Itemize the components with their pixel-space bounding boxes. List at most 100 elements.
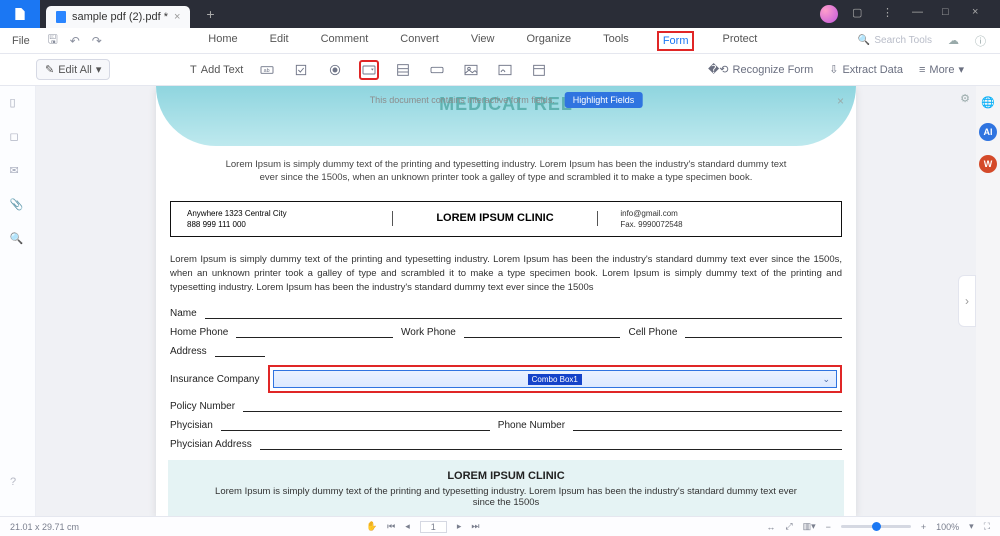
radio-field-icon[interactable] [325, 60, 345, 80]
footer-title: LOREM IPSUM CLINIC [208, 470, 804, 482]
hand-tool-icon[interactable]: ✋ [366, 521, 377, 532]
dropdown-icon: ▾ [96, 63, 102, 76]
avatar[interactable] [820, 5, 838, 23]
menu-organize[interactable]: Organize [522, 31, 575, 51]
checkbox-field-icon[interactable] [291, 60, 311, 80]
fullscreen-icon[interactable]: ⛶ [984, 521, 990, 532]
app-logo[interactable] [0, 0, 40, 28]
label-physician-address: Phycisian Address [170, 439, 252, 450]
close-banner-icon[interactable]: × [837, 94, 844, 108]
document-tab[interactable]: sample pdf (2).pdf * × [46, 6, 190, 28]
next-page-button[interactable]: › [958, 275, 976, 327]
save-icon[interactable]: 🖫 [42, 30, 64, 51]
sliders-icon[interactable]: ⚙ [960, 92, 970, 105]
zoom-out-icon[interactable]: − [826, 522, 831, 532]
highlight-fields-button[interactable]: Highlight Fields [565, 92, 643, 108]
window-menu-icon[interactable]: ⋮ [882, 6, 898, 22]
more-icon: ≡ [919, 64, 925, 76]
zoom-in-icon[interactable]: + [921, 522, 926, 532]
label-physician: Phycisian [170, 420, 213, 431]
phone-field[interactable] [573, 421, 842, 431]
menu-view[interactable]: View [467, 31, 499, 51]
menu-protect[interactable]: Protect [718, 31, 761, 51]
first-page-icon[interactable]: ⏮ [387, 521, 395, 532]
fit-page-icon[interactable]: ⤢ [785, 521, 792, 532]
name-field[interactable] [205, 309, 842, 319]
extract-data-button[interactable]: ⇩Extract Data [829, 63, 903, 76]
search-panel-icon[interactable]: 🔍 [10, 232, 26, 248]
menu-tools[interactable]: Tools [599, 31, 633, 51]
physician-address-field[interactable] [260, 440, 842, 450]
signature-field-icon[interactable] [495, 60, 515, 80]
label-name: Name [170, 308, 197, 319]
attachments-icon[interactable]: 📎 [10, 198, 26, 214]
close-window-icon[interactable]: × [972, 6, 988, 22]
combobox-field-icon[interactable] [359, 60, 379, 80]
button-field-icon[interactable] [427, 60, 447, 80]
menu-form[interactable]: Form [657, 31, 695, 51]
footer-text: Lorem Ipsum is simply dummy text of the … [208, 486, 804, 508]
page-number[interactable]: 1 [420, 521, 447, 533]
clinic-info-box: Anywhere 1323 Central City 888 999 111 0… [170, 201, 842, 237]
comments-icon[interactable]: ✉ [10, 164, 26, 180]
label-home-phone: Home Phone [170, 327, 228, 338]
zoom-value[interactable]: 100% [936, 522, 959, 532]
image-field-icon[interactable] [461, 60, 481, 80]
label-insurance: Insurance Company [170, 374, 260, 385]
zoom-dropdown-icon[interactable]: ▾ [969, 521, 974, 532]
combobox-label: Combo Box1 [528, 374, 582, 385]
clinic-address: Anywhere 1323 Central City [187, 208, 392, 219]
menu-home[interactable]: Home [204, 31, 241, 51]
insurance-combobox[interactable]: Combo Box1 ⌄ [273, 370, 838, 388]
chevron-down-icon: ⌄ [822, 374, 830, 385]
word-badge[interactable]: W [979, 155, 997, 173]
clinic-phone: 888 999 111 000 [187, 219, 392, 230]
edit-all-button[interactable]: ✎ Edit All ▾ [36, 59, 110, 80]
undo-icon[interactable]: ↶ [64, 34, 86, 48]
page-dimensions: 21.01 x 29.71 cm [10, 522, 79, 532]
document-page: MEDICAL REL This document contains inter… [156, 86, 856, 516]
help-bubble-icon[interactable]: ? [10, 476, 16, 488]
bookmarks-icon[interactable]: ◻ [10, 130, 26, 146]
search-tools[interactable]: 🔍 Search Tools [858, 35, 932, 46]
close-tab-icon[interactable]: × [174, 11, 180, 23]
physician-field[interactable] [221, 421, 490, 431]
clinic-email: info@gmail.com [620, 208, 825, 219]
menu-edit[interactable]: Edit [266, 31, 293, 51]
next-icon[interactable]: ▸ [457, 521, 462, 532]
last-page-icon[interactable]: ⏭ [471, 521, 479, 532]
policy-field[interactable] [243, 402, 842, 412]
maximize-icon[interactable]: □ [942, 6, 958, 22]
menu-comment[interactable]: Comment [317, 31, 373, 51]
menu-convert[interactable]: Convert [396, 31, 443, 51]
work-phone-field[interactable] [464, 328, 621, 338]
new-tab-button[interactable]: + [200, 4, 220, 24]
address-field[interactable] [215, 347, 265, 357]
recognize-icon: �⟲ [708, 63, 729, 76]
text-field-icon[interactable]: ab [257, 60, 277, 80]
thumbnails-icon[interactable]: ▯ [10, 96, 26, 112]
view-mode-icon[interactable]: ▥▾ [803, 521, 816, 532]
prev-icon[interactable]: ◂ [405, 521, 410, 532]
listbox-field-icon[interactable] [393, 60, 413, 80]
file-menu[interactable]: File [0, 28, 42, 53]
add-text-tool[interactable]: T Add Text [190, 64, 243, 76]
combobox-highlight: Combo Box1 ⌄ [268, 365, 843, 393]
zoom-slider[interactable] [841, 525, 911, 528]
help-icon[interactable]: ⓘ [975, 33, 986, 49]
fit-width-icon[interactable]: ↔ [766, 522, 775, 532]
label-address: Address [170, 346, 207, 357]
date-field-icon[interactable] [529, 60, 549, 80]
recognize-form-button[interactable]: �⟲Recognize Form [708, 63, 813, 76]
more-button[interactable]: ≡More▾ [919, 63, 964, 76]
cloud-icon[interactable]: ☁ [948, 34, 959, 47]
minimize-icon[interactable]: — [912, 6, 928, 22]
home-phone-field[interactable] [236, 328, 393, 338]
body-paragraph: Lorem Ipsum is simply dummy text of the … [170, 245, 842, 300]
redo-icon[interactable]: ↷ [86, 34, 108, 48]
cell-phone-field[interactable] [685, 328, 842, 338]
translate-icon[interactable]: 🌐 [981, 96, 995, 109]
ai-badge[interactable]: AI [979, 123, 997, 141]
tab-title: sample pdf (2).pdf * [72, 11, 168, 23]
window-collapse-icon[interactable]: ▢ [852, 6, 868, 22]
